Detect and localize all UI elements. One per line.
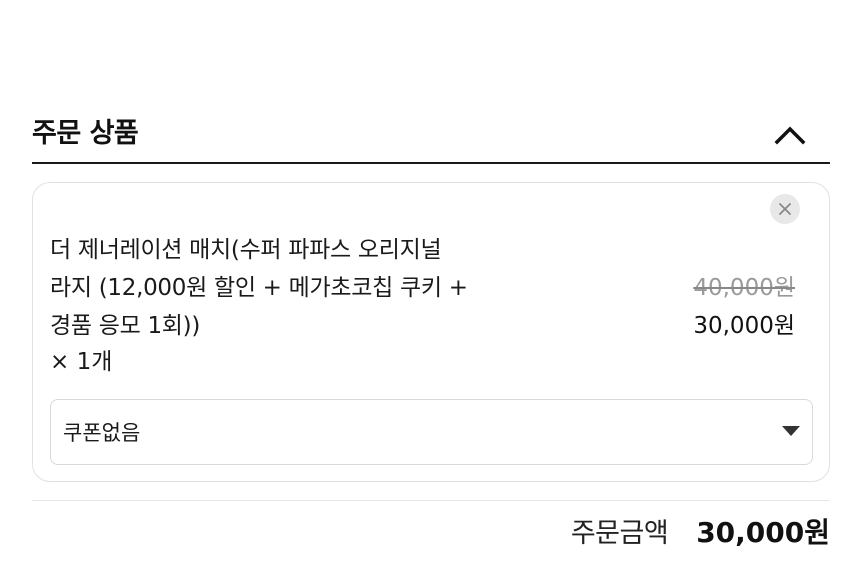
product-name-line: 더 제너레이션 매치(수퍼 파파스 오리지널 xyxy=(50,237,442,263)
coupon-select[interactable]: 쿠폰없음 xyxy=(50,399,813,465)
total-label: 주문금액 xyxy=(570,518,669,549)
close-icon xyxy=(779,203,791,215)
sale-price: 30,000원 xyxy=(693,313,795,339)
product-name-line: 라지 (12,000원 할인 + 메가초코칩 쿠키 + xyxy=(50,275,468,301)
product-name-line: 경품 응모 1회)) xyxy=(50,313,201,339)
product-card: 더 제너레이션 매치(수퍼 파파스 오리지널 라지 (12,000원 할인 + … xyxy=(32,182,830,482)
order-page: 주문 상품 더 제너레이션 매치(수퍼 파파스 오리지널 라지 (12,000원… xyxy=(0,0,860,587)
section-title: 주문 상품 xyxy=(32,118,139,149)
total-amount: 30,000원 xyxy=(696,516,830,549)
remove-item-button[interactable] xyxy=(770,194,800,224)
collapse-button[interactable] xyxy=(772,120,808,150)
caret-down-icon xyxy=(782,426,800,436)
order-total-row: 주문금액 30,000원 xyxy=(571,513,830,554)
order-section-header: 주문 상품 xyxy=(32,108,830,164)
chevron-up-icon xyxy=(774,126,806,145)
divider xyxy=(32,500,830,501)
product-name: 더 제너레이션 매치(수퍼 파파스 오리지널 라지 (12,000원 할인 + … xyxy=(50,231,510,345)
product-quantity: × 1개 xyxy=(50,349,113,375)
coupon-selected-value: 쿠폰없음 xyxy=(63,421,141,445)
original-price: 40,000원 xyxy=(693,275,795,301)
